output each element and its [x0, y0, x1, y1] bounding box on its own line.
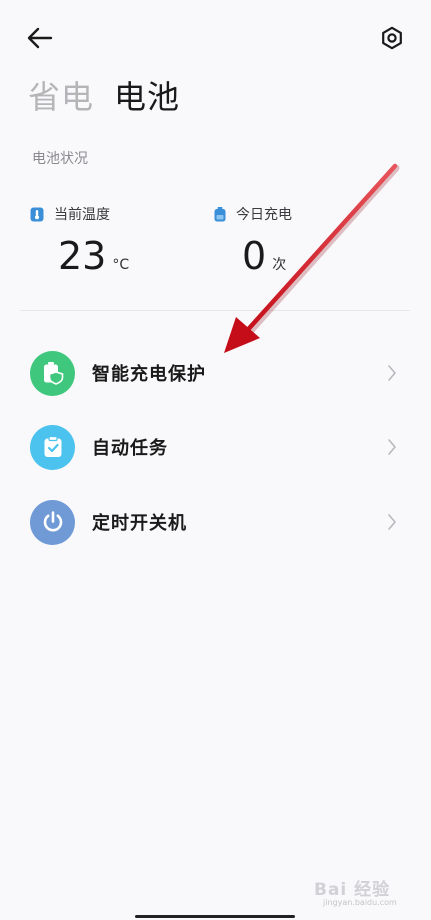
menu-item-label: 智能充电保护 — [92, 364, 206, 385]
clipboard-check-icon — [44, 436, 61, 457]
battery-shield-icon — [43, 362, 63, 385]
stat-charges-today: 今日充电 0 次 — [214, 204, 394, 280]
menu-item-auto-tasks[interactable]: 自动任务 — [0, 412, 431, 482]
temperature-value: 23 — [58, 234, 107, 278]
home-indicator[interactable] — [135, 915, 295, 918]
menu-icon-circle — [30, 424, 75, 470]
back-arrow-icon — [27, 27, 53, 49]
watermark-logo: Bai 经验 — [314, 880, 391, 900]
tab-power-saving[interactable]: 省电 — [28, 75, 94, 119]
thermometer-icon — [30, 207, 44, 221]
divider — [20, 310, 410, 311]
tab-bar: 省电 电池 — [28, 74, 180, 120]
stat-temperature: 当前温度 23 °C — [30, 204, 210, 280]
menu-item-label: 定时开关机 — [92, 513, 187, 534]
battery-icon — [214, 206, 226, 221]
charges-value: 0 — [242, 234, 267, 278]
menu-item-smart-charging-protection[interactable]: 智能充电保护 — [0, 338, 431, 408]
section-label-battery-status: 电池状况 — [32, 151, 88, 167]
watermark-url: jingyan.baidu.com — [323, 898, 397, 907]
top-bar — [0, 0, 431, 72]
chevron-right-icon — [384, 437, 400, 457]
menu-icon-circle — [30, 499, 75, 545]
menu-item-scheduled-power[interactable]: 定时开关机 — [0, 487, 431, 557]
chevron-right-icon — [384, 363, 400, 383]
tab-battery[interactable]: 电池 — [114, 75, 180, 119]
stat-label: 今日充电 — [236, 207, 292, 223]
gear-icon — [382, 26, 402, 50]
chevron-right-icon — [384, 512, 400, 532]
settings-button[interactable] — [376, 22, 408, 54]
power-icon — [43, 511, 62, 532]
back-button[interactable] — [24, 22, 56, 54]
stat-label: 当前温度 — [54, 207, 110, 223]
menu-item-label: 自动任务 — [92, 438, 168, 459]
charges-unit: 次 — [272, 257, 287, 273]
temperature-unit: °C — [112, 257, 130, 273]
menu-icon-circle — [30, 350, 75, 396]
